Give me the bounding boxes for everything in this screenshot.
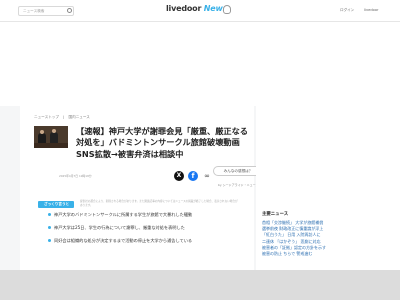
bullet-icon (48, 226, 51, 229)
link-copy-icon[interactable]: ∞ (202, 171, 212, 181)
sidebar-news-item[interactable]: 被害の防止 ちらで 警戒進む (262, 251, 384, 257)
breadcrumb-item[interactable]: 国内ニュース (69, 115, 90, 119)
summary-point-text: 同好会は組織的な処分が決定するまで活動の停止を大学から通告している (54, 238, 193, 243)
bullet-icon (48, 239, 51, 242)
breadcrumb-separator: | (63, 115, 65, 119)
x-share-icon[interactable]: X (174, 171, 184, 181)
mascot-icon (223, 5, 231, 14)
search-icon[interactable] (67, 8, 72, 13)
publish-date: 2025年4月7日 19時18分 (59, 174, 92, 178)
summary-points: 神戸大学のバドミントンサークルに所属する学生が旅館で大暴れした騒動 神戸大学は2… (40, 212, 250, 251)
thumbnail-face (40, 130, 44, 134)
facebook-share-icon[interactable]: f (188, 171, 198, 181)
summary-point: 神戸大学のバドミントンサークルに所属する学生が旅館で大暴れした騒動 (40, 212, 250, 224)
sidebar-news-list: 首相「交渉継続」 大学が旅館補償 選挙前夜 財政改正に慎重論が浮上 「紅白うた」… (262, 220, 384, 257)
article-thumbnail[interactable] (34, 126, 68, 148)
login-link[interactable]: ログイン (340, 8, 354, 13)
logo-text: livedoor (166, 4, 202, 13)
search-input[interactable]: ニュース検索 (18, 6, 74, 16)
summary-note: 提供社の都合により、削除される場合があります。また関連記事の内容についてはニュー… (80, 200, 238, 207)
top-navigation-bar: ニュース検索 livedoor News ログイン livedoor (0, 0, 400, 22)
bottom-ad-banner[interactable] (0, 270, 400, 300)
summary-badge: ざっくり言うと (38, 201, 74, 208)
breadcrumb: ニューストップ | 国内ニュース (34, 115, 93, 120)
livedoor-link[interactable]: livedoor (364, 8, 379, 12)
summary-point-text: 神戸大学は25日、学生の行為について謝罪し、厳重な対処を表明した (54, 225, 185, 230)
thumbnail-desk (34, 143, 68, 148)
summary-point-text: 神戸大学のバドミントンサークルに所属する学生が旅館で大暴れした騒動 (54, 212, 193, 217)
site-logo[interactable]: livedoor News (166, 4, 227, 13)
sidebar-title: 主要ニュース (262, 212, 289, 217)
bullet-icon (48, 213, 51, 216)
ad-space (0, 22, 400, 106)
summary-point: 神戸大学は25日、学生の行為について謝罪し、厳重な対処を表明した (40, 225, 250, 237)
summary-point: 同好会は組織的な処分が決定するまで活動の停止を大学から通告している (40, 238, 250, 250)
article-headline: 【速報】神戸大学が謝罪会見「厳重、厳正なる対処を」バドミントンサークル旅館破壊動… (76, 126, 248, 159)
breadcrumb-item[interactable]: ニューストップ (34, 115, 59, 119)
thumbnail-face (52, 129, 56, 133)
